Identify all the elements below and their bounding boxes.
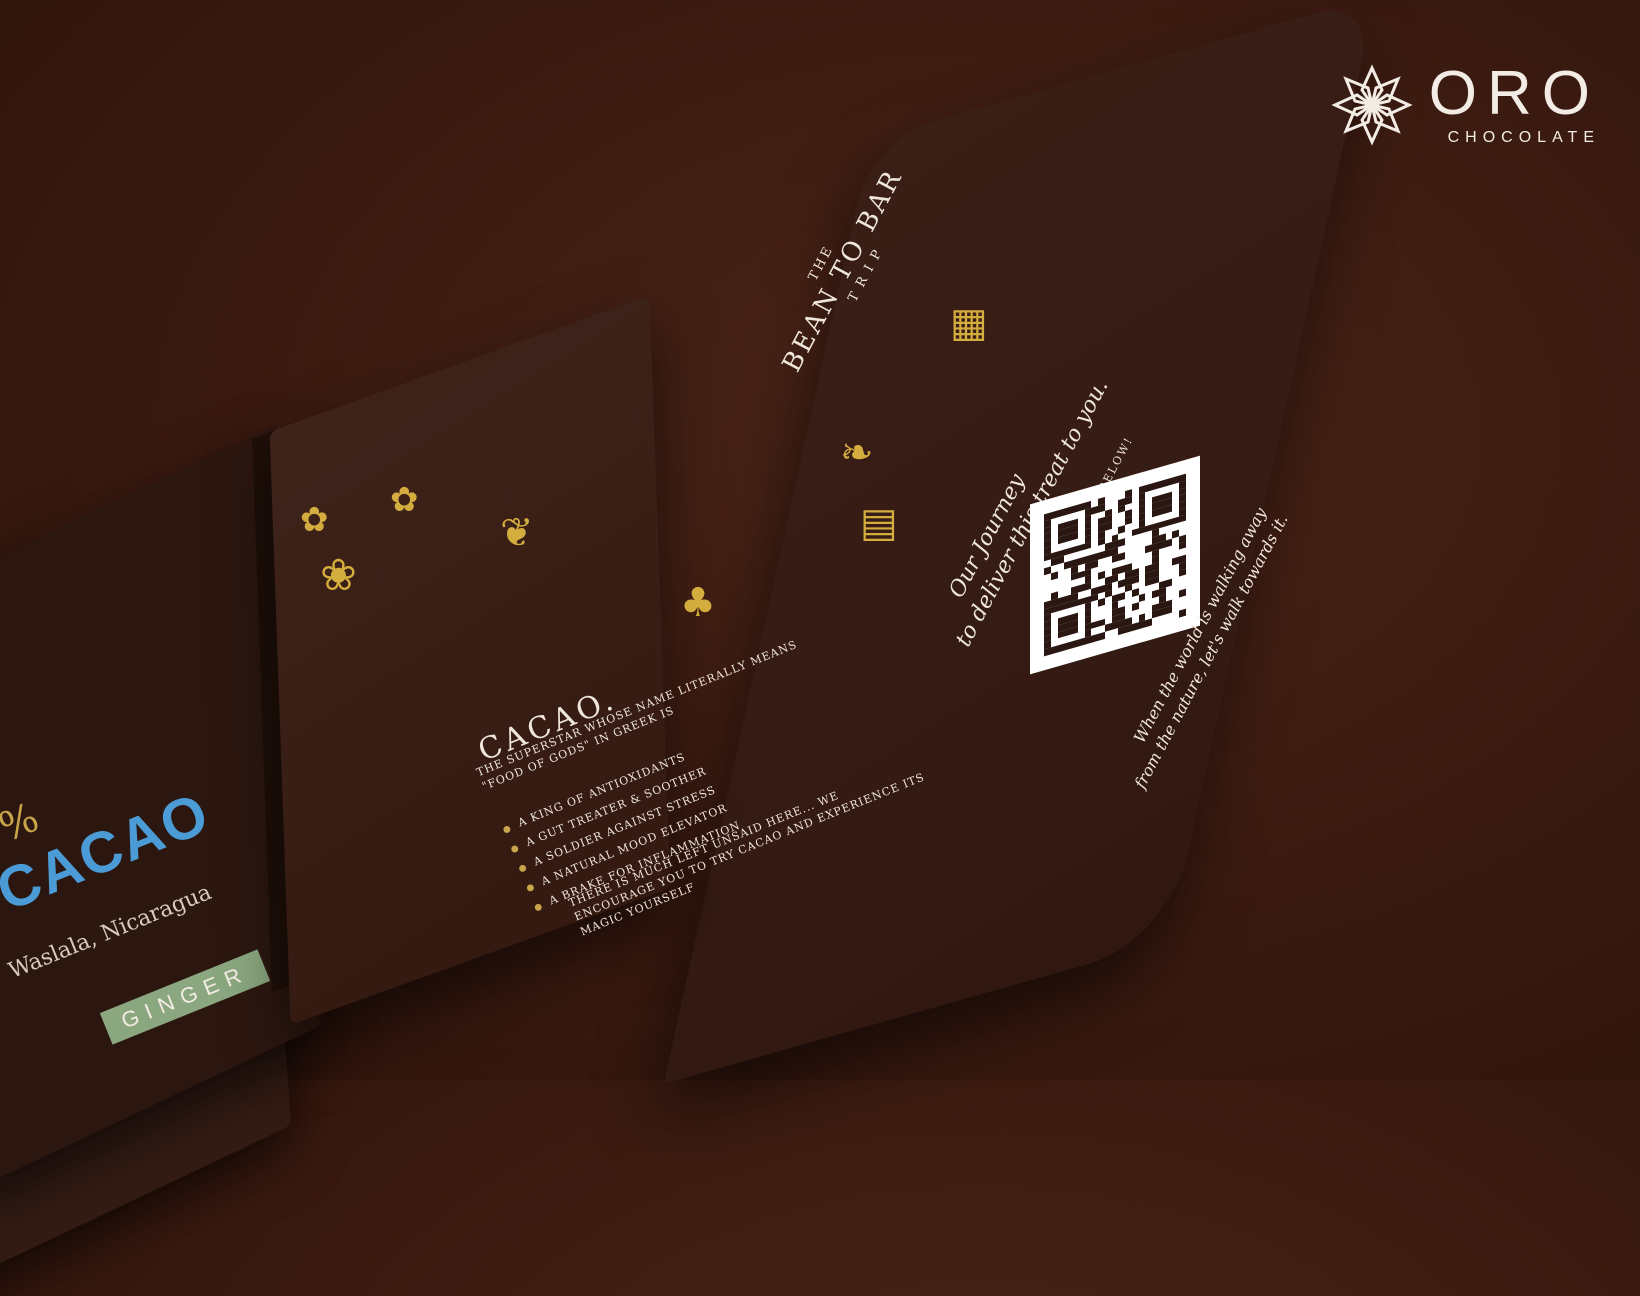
oro-logo: ORO CHOCOLATE — [1327, 60, 1600, 150]
gold-cacao-cup-icon: ❧ — [840, 430, 874, 476]
gold-cacao-pod-icon: ❦ — [500, 510, 534, 556]
logo-subtext: CHOCOLATE — [1447, 129, 1600, 146]
gold-chocolate-icon: ▦ — [950, 300, 988, 346]
gold-flower-icon: ✿ — [300, 500, 329, 540]
gold-chocolate-bar-icon: ▤ — [860, 500, 898, 546]
gold-basket-icon: ♣ — [680, 580, 716, 626]
flower-logo-icon — [1331, 64, 1413, 146]
gold-flower-icon: ✿ — [390, 480, 419, 520]
gold-flower-icon: ❀ — [320, 550, 357, 601]
logo-wordmark: ORO — [1428, 59, 1600, 128]
